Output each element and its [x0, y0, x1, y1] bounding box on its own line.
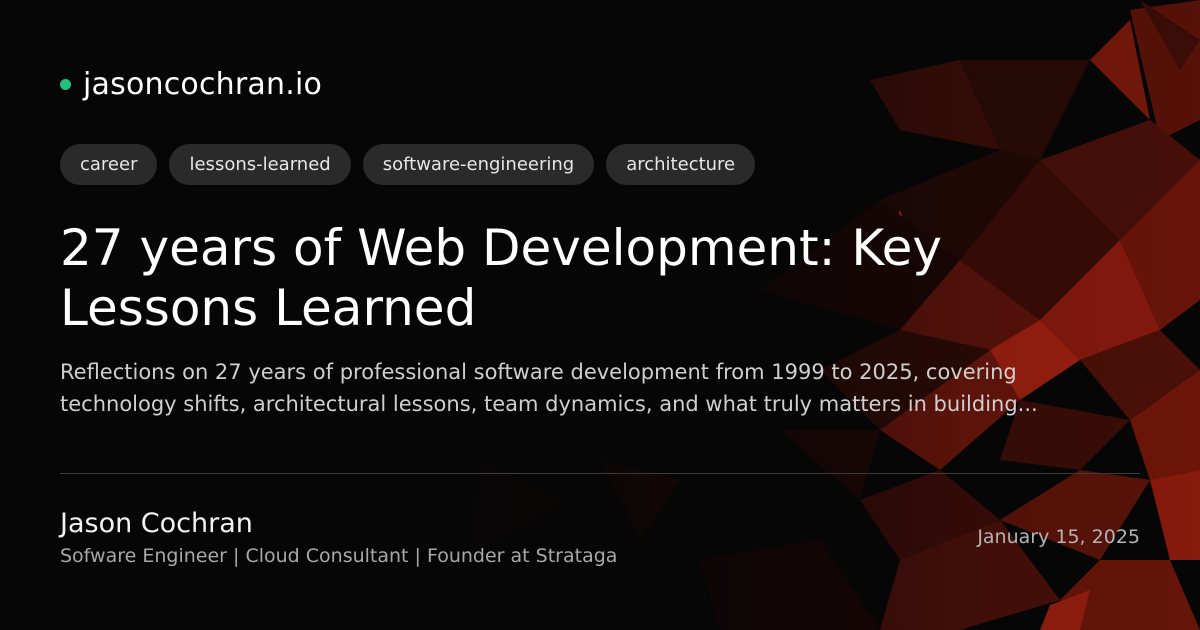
publish-date: January 15, 2025 — [977, 526, 1140, 548]
tag-lessons-learned[interactable]: lessons-learned — [169, 144, 351, 185]
post-title: 27 years of Web Development: Key Lessons… — [60, 219, 942, 337]
status-dot-icon — [60, 78, 71, 90]
tag-software-engineering[interactable]: software-engineering — [362, 144, 595, 185]
author-bio: Sofware Engineer | Cloud Consultant | Fo… — [60, 545, 618, 567]
tag-architecture[interactable]: architecture — [606, 144, 756, 185]
site-header[interactable]: jasoncochran.io — [60, 64, 322, 104]
author-name: Jason Cochran — [60, 508, 253, 539]
site-name[interactable]: jasoncochran.io — [83, 67, 322, 102]
tag-career[interactable]: career — [60, 144, 158, 185]
post-description: Reflections on 27 years of professional … — [60, 360, 1038, 416]
og-card: jasoncochran.io career lessons-learned s… — [0, 0, 1200, 630]
tag-list: career lessons-learned software-engineer… — [60, 144, 756, 185]
divider — [60, 473, 1140, 474]
